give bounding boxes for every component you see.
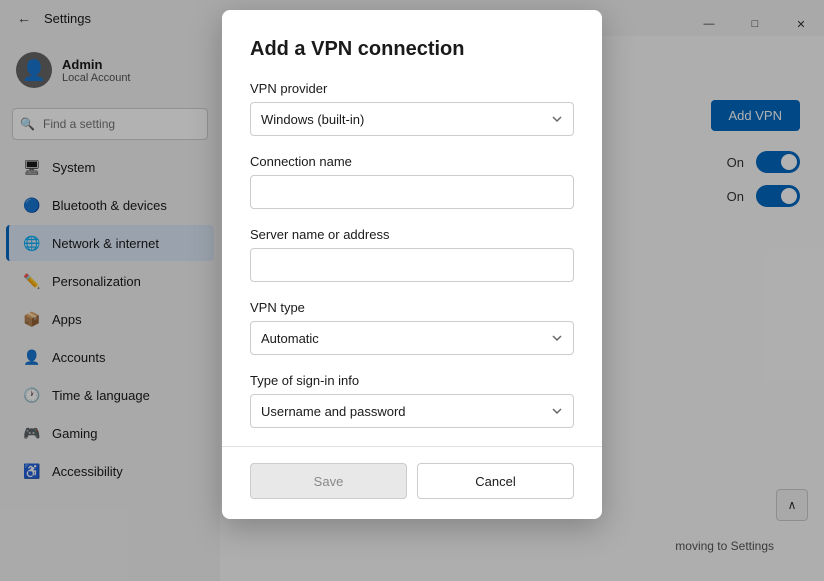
connection-name-label: Connection name [250,154,574,169]
save-button[interactable]: Save [250,463,407,499]
dialog-title: Add a VPN connection [250,38,574,61]
server-name-label: Server name or address [250,227,574,242]
dialog-overlay: Add a VPN connection VPN provider Window… [0,0,824,581]
sign-in-type-label: Type of sign-in info [250,373,574,388]
vpn-type-select[interactable]: Automatic [250,321,574,355]
vpn-provider-field: VPN provider Windows (built-in) [250,81,574,136]
dialog-footer: Save Cancel [250,463,574,499]
vpn-provider-label: VPN provider [250,81,574,96]
server-name-input[interactable] [250,248,574,282]
connection-name-input[interactable] [250,175,574,209]
sign-in-type-field: Type of sign-in info Username and passwo… [250,373,574,428]
connection-name-field: Connection name [250,154,574,209]
server-name-field: Server name or address [250,227,574,282]
sign-in-type-select[interactable]: Username and password [250,394,574,428]
vpn-type-field: VPN type Automatic [250,300,574,355]
cancel-button[interactable]: Cancel [417,463,574,499]
add-vpn-dialog: Add a VPN connection VPN provider Window… [222,10,602,519]
vpn-type-label: VPN type [250,300,574,315]
vpn-provider-select[interactable]: Windows (built-in) [250,102,574,136]
dialog-divider [222,446,602,447]
